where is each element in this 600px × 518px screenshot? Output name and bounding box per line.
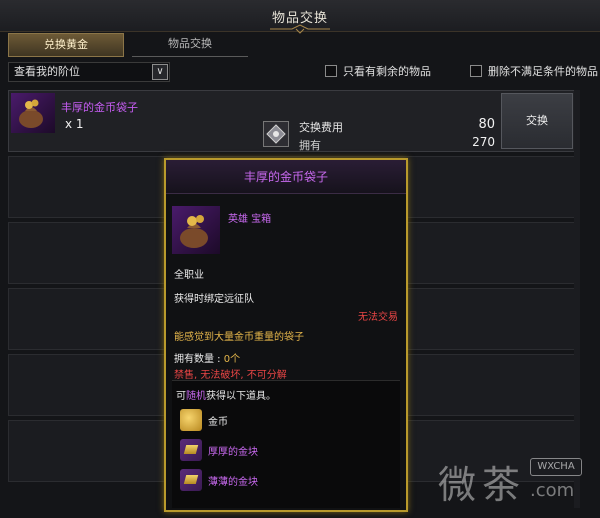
tier-select[interactable]: 查看我的阶位 ∨ (8, 62, 170, 82)
window-titlebar: 物品交换 (0, 0, 600, 34)
watermark-char: 微 (438, 463, 477, 507)
tab-exchange-gold[interactable]: 兑换黄金 (8, 33, 124, 57)
watermark-domain: .com (530, 480, 575, 501)
remove-unmet-checkbox[interactable]: 删除不满足条件的物品 (470, 64, 598, 80)
gold-coin-icon (180, 409, 202, 431)
cost-value: 80 (478, 117, 495, 132)
reward-random-keyword: 随机 (186, 391, 206, 402)
item-quantity: x 1 (65, 117, 84, 131)
checkbox-box[interactable] (325, 65, 337, 77)
watermark-badge: WXCHA (530, 458, 582, 476)
remaining-only-label: 只看有剩余的物品 (343, 65, 431, 78)
gold-pouch-icon[interactable] (11, 93, 55, 133)
gold-bar-icon (180, 439, 202, 461)
tab-item-exchange[interactable]: 物品交换 (132, 33, 248, 57)
owned-label: 拥有 (299, 139, 321, 152)
list-scrollbar[interactable] (574, 90, 580, 508)
reward-name: 厚厚的金块 (208, 447, 258, 458)
item-description: 能感觉到大量金币重量的袋子 (174, 332, 304, 343)
item-grade: 英雄 宝箱 (228, 214, 272, 225)
watermark-char: 茶 (482, 463, 521, 507)
reward-box-title: 可随机获得以下道具。 (176, 387, 276, 402)
exchange-row: 丰厚的金币袋子 x 1 交换费用 80 拥有 270 交换 (8, 90, 576, 152)
item-class: 全职业 (174, 270, 204, 281)
owned-value: 270 (472, 135, 495, 149)
reward-prefix: 可 (176, 391, 186, 402)
remaining-only-checkbox[interactable]: 只看有剩余的物品 (325, 64, 431, 80)
filter-bar: 查看我的阶位 ∨ 只看有剩余的物品 删除不满足条件的物品 (8, 62, 600, 82)
item-trade-status: 无法交易 (358, 312, 398, 323)
gold-bar-icon (180, 469, 202, 491)
tab-bar: 兑换黄金 物品交换 (8, 33, 600, 57)
item-restrictions: 禁售, 无法破坏, 不可分解 (174, 366, 287, 381)
checkbox-box[interactable] (470, 65, 482, 77)
reward-box: 可随机获得以下道具。 金币 厚厚的金块 薄薄的金块 (172, 380, 400, 508)
owned-count-label: 拥有数量 : (174, 354, 224, 365)
item-name: 丰厚的金币袋子 (61, 101, 138, 114)
reward-name: 金币 (208, 417, 228, 428)
tab-underline (132, 56, 248, 57)
chevron-down-icon[interactable]: ∨ (152, 64, 168, 80)
tooltip-title: 丰厚的金币袋子 (166, 160, 406, 194)
cost-label: 交换费用 (299, 121, 343, 134)
reward-suffix: 获得以下道具。 (206, 391, 276, 402)
remove-unmet-label: 删除不满足条件的物品 (488, 65, 598, 78)
item-bind-info: 获得时绑定远征队 (174, 294, 254, 305)
tier-select-value: 查看我的阶位 (14, 65, 80, 78)
exchange-button[interactable]: 交换 (501, 93, 573, 149)
currency-icon (263, 121, 289, 147)
item-owned-count: 拥有数量 : 0个 (174, 350, 240, 365)
gold-pouch-icon (172, 206, 220, 254)
item-tooltip: 丰厚的金币袋子 英雄 宝箱 全职业 获得时绑定远征队 无法交易 能感觉到大量金币… (164, 158, 408, 512)
reward-name: 薄薄的金块 (208, 477, 258, 488)
watermark: 微 茶 WXCHA .com (438, 454, 588, 514)
owned-count-value: 0个 (223, 354, 241, 365)
